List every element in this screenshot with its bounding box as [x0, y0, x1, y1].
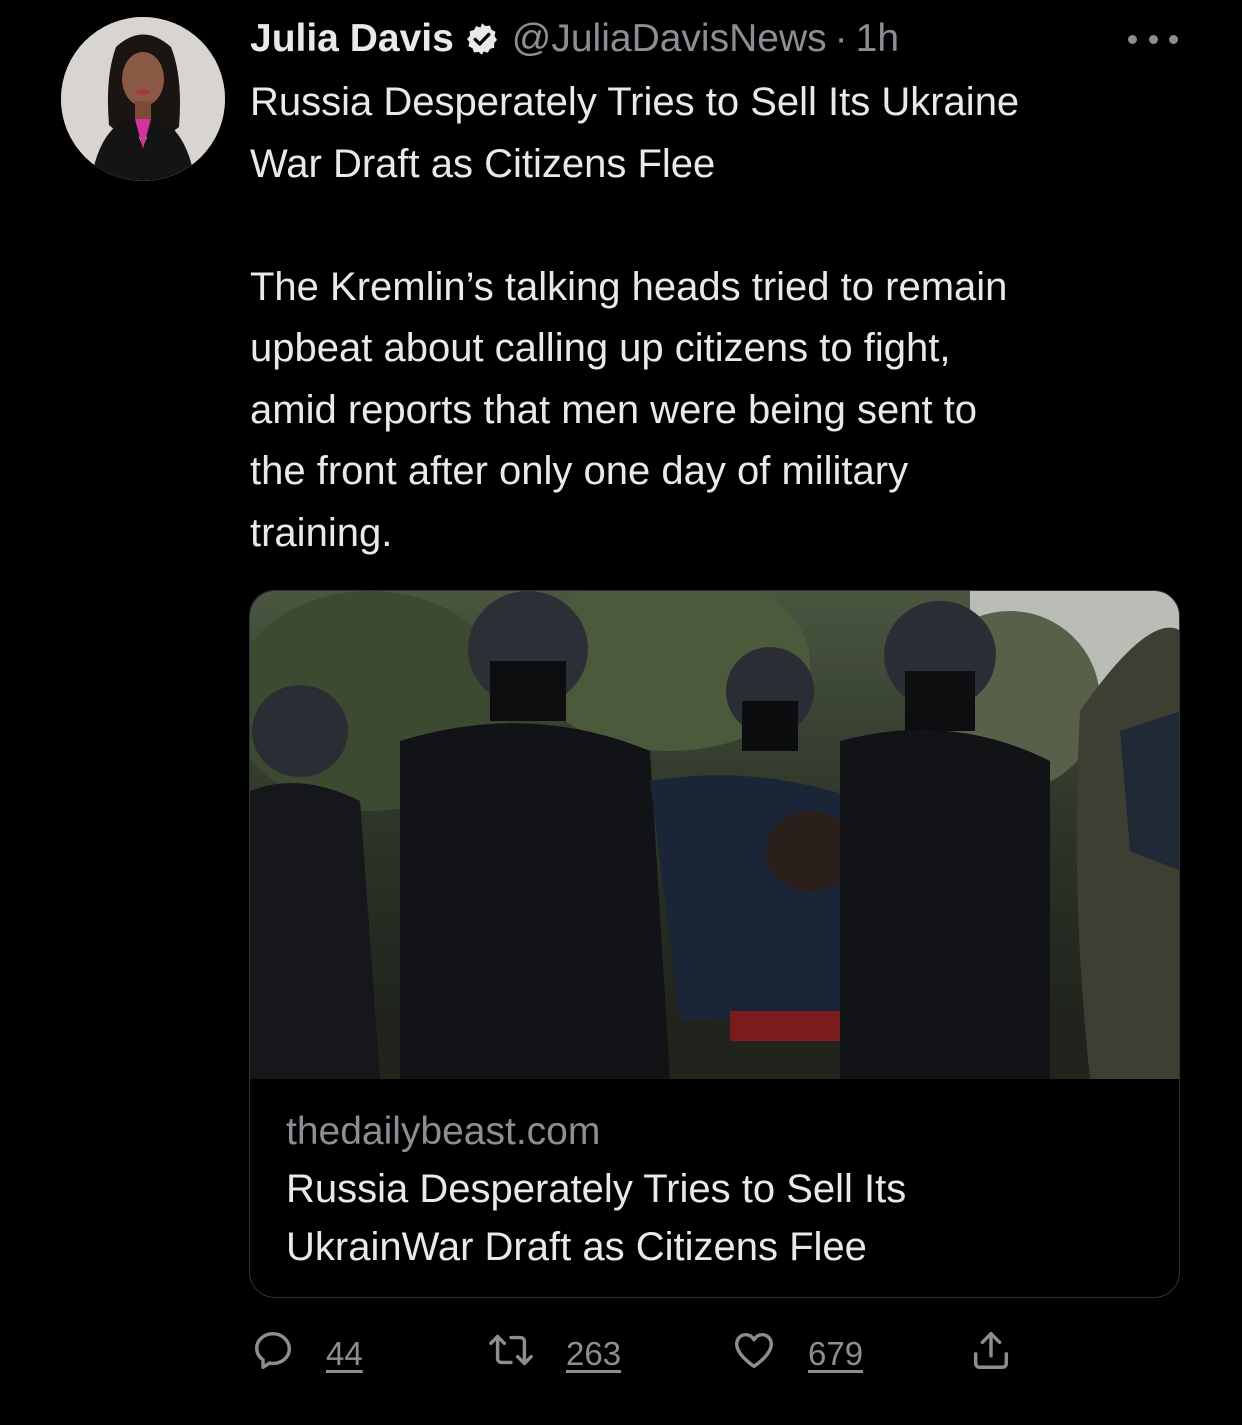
tweet-text-line: Russia Desperately Tries to Sell Its Ukr…	[250, 80, 1020, 124]
tweet-text-line: amid reports that men were being sent to	[250, 387, 978, 432]
card-info: thedailybeast.com Russia Desperately Tri…	[286, 1106, 1146, 1276]
tweet-text-line: War Draft as Citizens Flee	[250, 141, 716, 186]
tweet-text-gap	[250, 195, 1210, 257]
ellipsis-icon[interactable]	[1128, 28, 1178, 50]
card-title-line: Russia Desperately Tries to Sell Its	[286, 1167, 907, 1211]
like-count: 679	[808, 1335, 864, 1372]
header-separator: ·	[834, 17, 848, 60]
retweet-button[interactable]: 263	[486, 1326, 621, 1382]
tweet-text-line: upbeat about calling up citizens to figh…	[250, 326, 951, 370]
reply-button[interactable]: 44	[250, 1326, 363, 1382]
tweet-actions: 44 263 679	[250, 1326, 1050, 1382]
avatar-photo	[61, 17, 225, 181]
author-avatar[interactable]	[61, 17, 225, 181]
link-preview-card[interactable]: thedailybeast.com Russia Desperately Tri…	[249, 590, 1180, 1298]
card-title-line: UkrainWar Draft as Citizens Flee	[286, 1225, 867, 1269]
reply-icon	[250, 1327, 296, 1381]
tweet-header: Julia Davis @JuliaDavisNews · 1h	[250, 14, 899, 64]
tweet-text-line: training.	[250, 510, 393, 555]
like-button[interactable]: 679	[730, 1326, 863, 1382]
tweet-text-line: The Kremlin’s talking heads tried to rem…	[250, 264, 1008, 309]
heart-icon	[730, 1327, 778, 1381]
tweet-text-line: the front after only one day of military	[250, 449, 909, 493]
card-photo	[250, 591, 1179, 1079]
share-icon	[968, 1327, 1014, 1381]
reply-count: 44	[326, 1335, 363, 1372]
tweet-text: Russia Desperately Tries to Sell Its Ukr…	[250, 72, 1210, 564]
author-handle[interactable]: @JuliaDavisNews	[512, 17, 827, 61]
card-domain: thedailybeast.com	[286, 1110, 601, 1153]
share-button[interactable]	[968, 1326, 1014, 1382]
author-name[interactable]: Julia Davis	[250, 17, 454, 61]
retweet-icon	[486, 1327, 536, 1381]
card-title: Russia Desperately Tries to Sell Its Ukr…	[286, 1160, 1146, 1276]
retweet-count: 263	[566, 1335, 622, 1372]
verified-badge-icon	[464, 21, 500, 57]
tweet-timestamp[interactable]: 1h	[856, 17, 899, 61]
